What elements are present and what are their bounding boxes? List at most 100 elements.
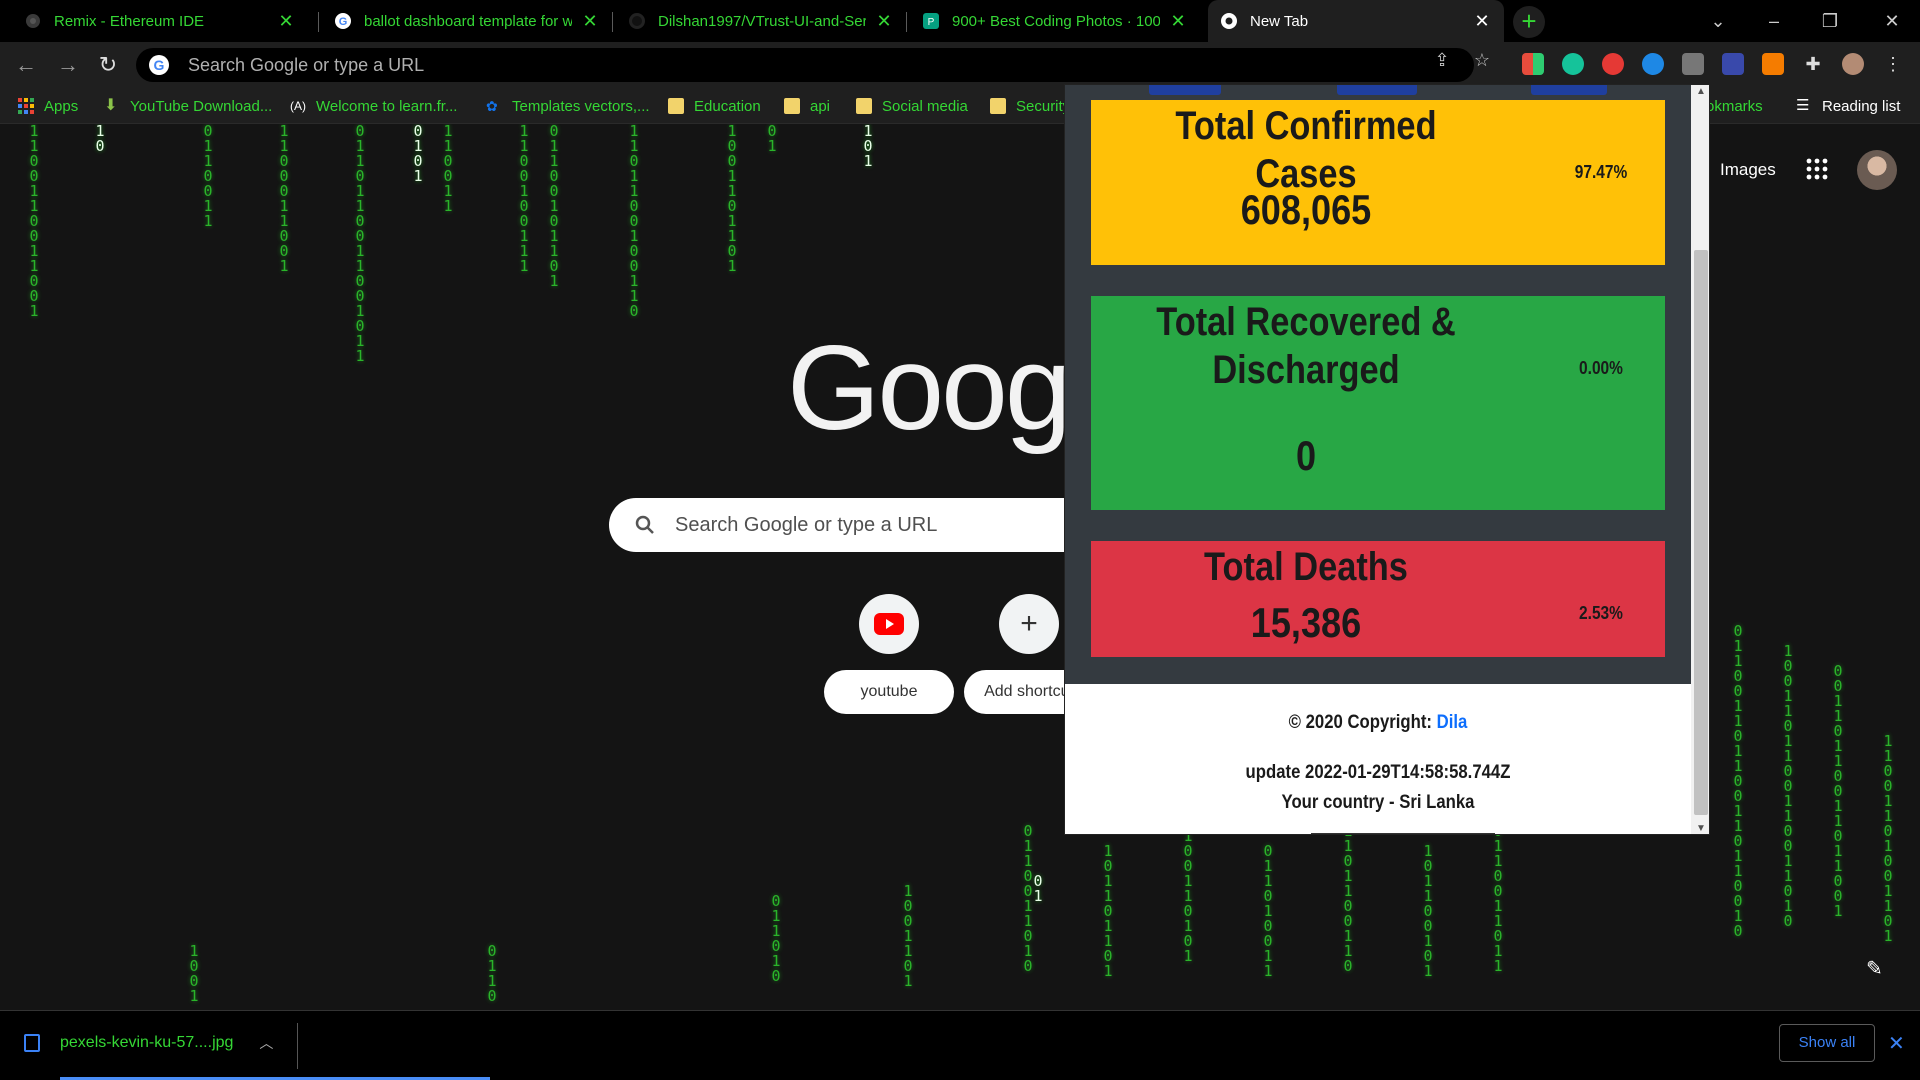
bookmark-social-media[interactable]: Social media (856, 94, 968, 118)
tab-ballot[interactable]: G ballot dashboard template for we ✕ (322, 0, 612, 42)
youtube-icon (859, 594, 919, 654)
downloads-bar: pexels-kevin-ku-57....jpg ︿ Show all ✕ (0, 1010, 1920, 1080)
tab-new-tab[interactable]: New Tab ✕ (1208, 0, 1504, 42)
extension-icon[interactable] (1642, 53, 1664, 75)
avatar[interactable] (1842, 53, 1864, 75)
matrix-rain: 1 0 1 1 0 0 1 0 1 (1423, 842, 1442, 980)
bookmark-label: YouTube Download... (130, 97, 273, 115)
close-window-icon[interactable]: ✕ (1864, 0, 1920, 42)
popup-tab-peek[interactable] (1337, 85, 1417, 95)
github-icon (628, 12, 646, 30)
tab-pexels[interactable]: P 900+ Best Coding Photos · 100% ✕ (910, 0, 1200, 42)
shortcut-label: youtube (824, 670, 954, 714)
reading-list-button[interactable]: ☰ Reading list (1796, 94, 1900, 118)
matrix-rain: 0 1 1 0 0 1 1 (203, 124, 222, 230)
matrix-rain: 0 1 1 0 1 0 (771, 892, 790, 985)
reading-list-icon: ☰ (1796, 97, 1810, 114)
bookmark-api[interactable]: api (784, 94, 830, 118)
tab-separator (612, 12, 613, 32)
address-bar[interactable]: G Search Google or type a URL (136, 48, 1474, 82)
bookmark-freepik[interactable]: ✿ Templates vectors,... (486, 94, 650, 118)
restore-icon[interactable]: ❐ (1802, 0, 1858, 42)
matrix-rain: 0 0 1 1 0 1 1 0 0 1 1 0 1 1 0 0 1 (1833, 662, 1852, 920)
matrix-rain: 0 1 1 0 0 1 1 0 1 0 (1023, 822, 1042, 975)
bookmark-star-icon[interactable]: ☆ (1472, 50, 1492, 70)
download-item[interactable]: pexels-kevin-ku-57....jpg ︿ (24, 1033, 273, 1053)
tab-github[interactable]: Dilshan1997/VTrust-UI-and-Serv ✕ (616, 0, 906, 42)
scroll-up-icon[interactable]: ▲ (1691, 85, 1709, 99)
google-apps-icon[interactable] (1806, 158, 1828, 180)
other-bookmarks[interactable]: okmarks (1706, 94, 1763, 118)
svg-text:G: G (154, 57, 165, 73)
chrome-icon (1220, 12, 1238, 30)
popup-footer: © 2020 Copyright: Dila update 2022-01-29… (1065, 684, 1691, 834)
metamask-icon[interactable] (1762, 53, 1784, 75)
brand-link[interactable]: Dila (1437, 712, 1468, 733)
close-icon[interactable]: ✕ (276, 11, 296, 32)
new-tab-button[interactable]: + (1513, 6, 1545, 38)
forward-icon[interactable]: → (54, 51, 82, 79)
tab-remix[interactable]: Remix - Ethereum IDE ✕ (12, 0, 308, 42)
bookmark-education[interactable]: Education (668, 94, 761, 118)
puzzle-icon[interactable]: ✚ (1802, 53, 1824, 75)
bookmark-youtube-download[interactable]: ⬇ YouTube Download... (104, 94, 272, 118)
popup-scrollbar[interactable]: ▲ ▼ (1691, 85, 1709, 834)
tab-title: Remix - Ethereum IDE (54, 12, 205, 30)
menu-icon[interactable]: ⋮ (1882, 53, 1904, 75)
matrix-rain: 1 1 0 1 1 0 0 1 0 0 1 1 0 (629, 124, 648, 320)
bookmark-label: Education (694, 97, 761, 115)
matrix-rain: 1 1 0 0 1 1 0 1 0 0 1 1 0 1 (1883, 732, 1902, 945)
freecodecamp-icon: (A) (290, 99, 306, 113)
card-value: 0 (1295, 432, 1317, 479)
popup-tab-peek[interactable] (1531, 85, 1607, 95)
extension-icon[interactable] (1602, 53, 1624, 75)
divider (297, 1023, 298, 1069)
popup-tab-peek[interactable] (1149, 85, 1221, 95)
chevron-up-icon[interactable]: ︿ (259, 1033, 273, 1053)
bookmark-apps[interactable]: Apps (18, 94, 78, 118)
bookmark-label: Social media (882, 97, 968, 115)
close-icon[interactable]: ✕ (874, 11, 894, 32)
extension-icon[interactable] (1722, 53, 1744, 75)
customize-pencil-icon[interactable]: ✎ (1866, 956, 1883, 981)
bookmark-label: okmarks (1706, 97, 1763, 115)
apps-grid-icon (18, 98, 34, 114)
close-icon[interactable]: ✕ (1168, 11, 1188, 32)
tab-search-icon[interactable]: ⌄ (1690, 0, 1746, 42)
extension-icon[interactable] (1522, 53, 1544, 75)
scroll-down-icon[interactable]: ▼ (1691, 822, 1709, 834)
grammarly-icon[interactable] (1562, 53, 1584, 75)
minimize-icon[interactable]: – (1746, 0, 1802, 42)
folder-icon (856, 98, 872, 114)
close-icon[interactable]: ✕ (1888, 1031, 1905, 1056)
share-icon[interactable]: ⇪ (1432, 50, 1452, 70)
back-icon[interactable]: ← (12, 51, 40, 79)
matrix-rain: 1 1 0 0 0 1 1 0 0 1 (279, 124, 298, 275)
tab-title: ballot dashboard template for we (364, 12, 572, 30)
bookmark-security[interactable]: Security (990, 94, 1070, 118)
matrix-rain: 1 0 0 1 1 0 1 1 0 1 (727, 124, 746, 275)
matrix-rain: 1 0 1 (863, 124, 882, 170)
update-label: update (1245, 762, 1301, 783)
tab-strip: Remix - Ethereum IDE ✕ G ballot dashboar… (0, 0, 1920, 42)
tab-title: New Tab (1250, 12, 1309, 30)
profile-avatar[interactable] (1857, 150, 1897, 190)
close-icon[interactable]: ✕ (1472, 11, 1492, 32)
close-icon[interactable]: ✕ (580, 11, 600, 32)
show-all-button[interactable]: Show all (1779, 1024, 1875, 1062)
scroll-thumb[interactable] (1694, 250, 1708, 815)
shortcut-youtube[interactable]: youtube (824, 594, 954, 714)
reload-icon[interactable]: ↻ (94, 51, 122, 79)
matrix-rain: 0 1 1 0 1 1 0 0 1 1 0 0 1 0 1 1 (355, 124, 374, 365)
bookmark-label: Apps (44, 97, 79, 115)
matrix-rain: 1 1 0 0 1 0 0 1 1 1 (519, 124, 538, 275)
matrix-rain: 1 0 (95, 124, 114, 155)
card-value: 608,065 (1240, 186, 1372, 233)
copyright-text: © 2020 Copyright: Dila (1103, 712, 1654, 734)
bookmark-freecodecamp[interactable]: (A) Welcome to learn.fr... (290, 94, 457, 118)
images-link[interactable]: Images (1720, 160, 1776, 180)
tab-separator (318, 12, 319, 32)
covid-extension-icon[interactable] (1682, 53, 1704, 75)
matrix-rain: 1 0 0 1 (189, 942, 208, 1005)
bookmark-label: Templates vectors,... (512, 97, 650, 115)
